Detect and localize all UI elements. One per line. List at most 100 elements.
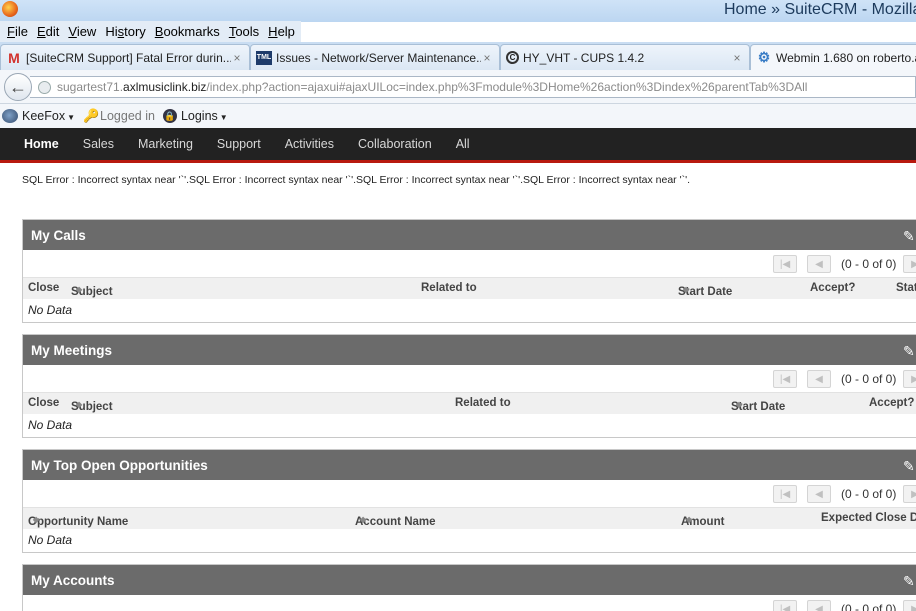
next-page-icon: ▶ (911, 603, 916, 611)
sort-icon[interactable]: ◆ (736, 401, 742, 409)
logins-menu[interactable]: Logins ▼ (181, 109, 228, 123)
tab-strip: M [SuiteCRM Support] Fatal Error durin..… (0, 42, 916, 70)
dashlet-title: My Accounts (31, 572, 115, 588)
dashlet-header: My Calls ✎ (23, 220, 916, 250)
first-page-button[interactable]: |◀ (773, 370, 797, 388)
prev-page-button[interactable]: ◀ (807, 370, 831, 388)
column-header-row: Opportunity Name ◆ Account Name ◆ Amount ◆ … (23, 507, 916, 529)
close-icon[interactable]: × (481, 51, 493, 65)
edit-pencil-icon[interactable]: ✎ (903, 344, 916, 358)
first-page-icon: |◀ (779, 488, 791, 500)
pager-row: |◀ ◀ (0 - 0 of 0) ▶ (23, 365, 916, 392)
dashlet-title: My Meetings (31, 342, 113, 358)
nav-collaboration[interactable]: Collaboration (358, 137, 432, 151)
pager-count: (0 - 0 of 0) (841, 257, 897, 271)
first-page-icon: |◀ (779, 373, 791, 385)
tab-label: [SuiteCRM Support] Fatal Error durin... (26, 50, 231, 65)
next-page-icon: ▶ (911, 373, 916, 385)
tab-webmin[interactable]: ⚙ Webmin 1.680 on roberto.a (750, 44, 916, 70)
keefox-icon (2, 109, 18, 123)
dashlet-my-calls: My Calls ✎ |◀ ◀ (0 - 0 of 0) ▶ Close Sub… (22, 219, 916, 323)
next-page-icon: ▶ (911, 488, 916, 500)
menu-history[interactable]: History (102, 24, 148, 39)
edit-pencil-icon[interactable]: ✎ (903, 459, 916, 473)
webmin-icon: ⚙ (757, 49, 771, 65)
dashlet-top-open-opportunities: My Top Open Opportunities ✎ |◀ ◀ (0 - 0 … (22, 449, 916, 553)
prev-page-icon: ◀ (815, 373, 823, 385)
dashlet-title: My Calls (31, 227, 86, 243)
no-data-row: No Data (28, 418, 73, 432)
sort-icon[interactable]: ◆ (683, 286, 689, 294)
sort-icon[interactable]: ◆ (33, 516, 39, 524)
close-icon[interactable]: × (731, 51, 743, 65)
lock-icon: 🔒 (162, 109, 177, 123)
menu-help[interactable]: Help (265, 24, 298, 39)
col-expected-close-date: Expected Close D (821, 512, 916, 524)
back-button[interactable]: ← (4, 73, 32, 101)
tab-label: Webmin 1.680 on roberto.a (776, 50, 916, 65)
next-page-button[interactable]: ▶ (903, 255, 916, 273)
menu-file[interactable]: File (4, 24, 31, 39)
column-header-row: Close Subject ◆ Related to Start Date ◆ Ac… (23, 392, 916, 414)
col-accept: Accept? (810, 282, 856, 294)
tml-icon: TML (256, 50, 272, 65)
dashlet-my-meetings: My Meetings ✎ |◀ ◀ (0 - 0 of 0) ▶ Close … (22, 334, 916, 438)
no-data-row: No Data (28, 303, 73, 317)
next-page-button[interactable]: ▶ (903, 600, 916, 611)
nav-support[interactable]: Support (217, 137, 261, 151)
menu-bookmarks[interactable]: Bookmarks (152, 24, 223, 39)
pager-count: (0 - 0 of 0) (841, 487, 897, 501)
url-bar[interactable]: sugartest71.axlmusiclink.biz/index.php?a… (30, 76, 916, 98)
nav-all[interactable]: All (456, 137, 470, 151)
sql-error-message: SQL Error : Incorrect syntax near '`'.SQ… (22, 174, 691, 186)
dashlet-title: My Top Open Opportunities (31, 457, 208, 473)
col-related-to: Related to (421, 282, 477, 294)
pager-row: |◀ ◀ (0 - 0 of 0) ▶ (23, 480, 916, 507)
prev-page-button[interactable]: ◀ (807, 485, 831, 503)
pager-count: (0 - 0 of 0) (841, 602, 897, 611)
logged-in-status: Logged in (100, 109, 155, 123)
col-accept: Accept? (869, 397, 915, 409)
prev-page-button[interactable]: ◀ (807, 255, 831, 273)
nav-activities[interactable]: Activities (285, 137, 334, 151)
caret-down-icon: ▼ (67, 113, 76, 122)
first-page-button[interactable]: |◀ (773, 600, 797, 611)
sort-icon[interactable]: ◆ (360, 516, 366, 524)
col-status: Stat (896, 282, 916, 294)
cups-icon: C (506, 51, 519, 64)
menu-tools[interactable]: Tools (226, 24, 262, 39)
firefox-logo-icon[interactable] (2, 1, 18, 17)
next-page-button[interactable]: ▶ (903, 370, 916, 388)
first-page-button[interactable]: |◀ (773, 255, 797, 273)
edit-pencil-icon[interactable]: ✎ (903, 574, 916, 588)
dashlet-header: My Meetings ✎ (23, 335, 916, 365)
caret-down-icon: ▼ (219, 113, 228, 122)
close-icon[interactable]: × (231, 51, 243, 65)
sort-icon[interactable]: ◆ (76, 401, 82, 409)
nav-sales[interactable]: Sales (83, 137, 114, 151)
col-close: Close (28, 282, 60, 294)
tab-cups[interactable]: C HY_VHT - CUPS 1.4.2 × (500, 44, 750, 70)
pager-row: |◀ ◀ (0 - 0 of 0) ▶ (23, 595, 916, 611)
globe-icon (38, 80, 51, 94)
next-page-icon: ▶ (911, 258, 916, 270)
tab-label: Issues - Network/Server Maintenance... (276, 50, 481, 65)
next-page-button[interactable]: ▶ (903, 485, 916, 503)
dashlet-header: My Top Open Opportunities ✎ (23, 450, 916, 480)
no-data-row: No Data (28, 533, 73, 547)
navigation-bar: sugartest71.axlmusiclink.biz/index.php?a… (0, 70, 916, 104)
menu-view[interactable]: View (65, 24, 99, 39)
edit-pencil-icon[interactable]: ✎ (903, 229, 916, 243)
prev-page-button[interactable]: ◀ (807, 600, 831, 611)
nav-marketing[interactable]: Marketing (138, 137, 193, 151)
sort-icon[interactable]: ◆ (686, 516, 692, 524)
tab-issues[interactable]: TML Issues - Network/Server Maintenance.… (250, 44, 500, 70)
tab-suitecrm-support[interactable]: M [SuiteCRM Support] Fatal Error durin..… (0, 44, 250, 70)
sort-icon[interactable]: ◆ (76, 286, 82, 294)
menu-edit[interactable]: Edit (34, 24, 62, 39)
nav-home[interactable]: Home (24, 137, 59, 151)
keefox-menu[interactable]: KeeFox ▼ (22, 109, 75, 123)
col-close: Close (28, 397, 60, 409)
pager-row: |◀ ◀ (0 - 0 of 0) ▶ (23, 250, 916, 277)
first-page-button[interactable]: |◀ (773, 485, 797, 503)
